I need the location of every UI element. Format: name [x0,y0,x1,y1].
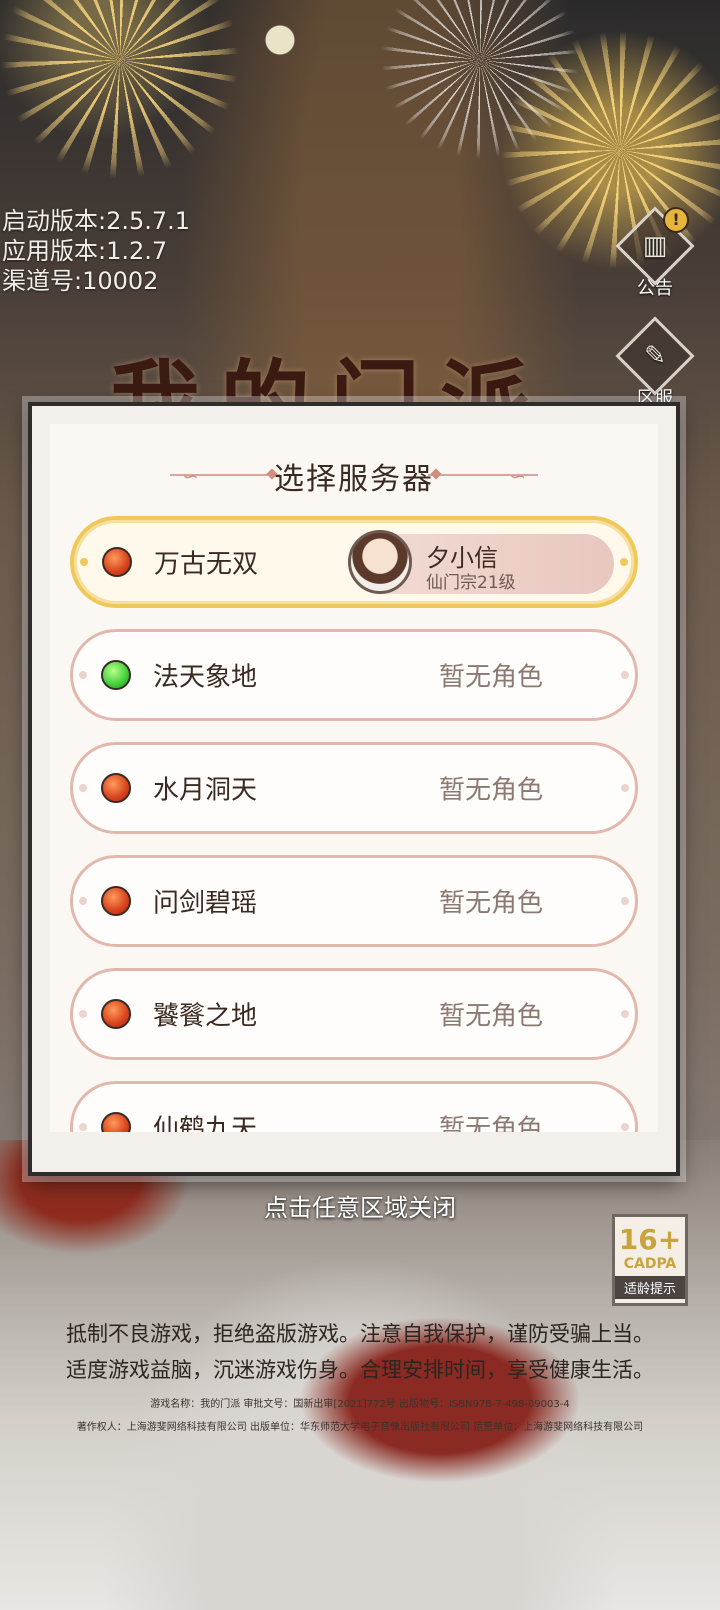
launch-version: 启动版本:2.5.7.1 [2,207,191,235]
server-status-icon [101,660,131,690]
server-select-dialog: ∽ ∽ 选择服务器 万古无双 夕小信 仙门宗21级 法天象地 暂无角色 水月洞天… [28,402,680,1176]
server-name: 饕餮之地 [153,1001,258,1032]
server-row[interactable]: 仙鹤九天 暂无角色 [70,1081,638,1132]
row-end-dot [621,1010,629,1018]
server-zone-button[interactable]: ✎ 区服 [615,316,695,410]
server-name: 万古无双 [154,549,259,580]
edit-icon: ✎ [644,341,666,371]
server-list[interactable]: 万古无双 夕小信 仙门宗21级 法天象地 暂无角色 水月洞天 暂无角色 问剑碧瑶… [70,516,638,1132]
character-level: 仙门宗21级 [426,573,516,593]
row-end-dot [621,784,629,792]
channel-number: 渠道号:10002 [2,267,159,295]
server-row[interactable]: 水月洞天 暂无角色 [70,742,638,834]
server-status-icon [101,773,131,803]
notice-alert-icon: ! [663,207,689,233]
row-end-dot [79,897,87,905]
row-end-dot [621,897,629,905]
credits-line: 游戏名称：我的门派 审批文号：国新出审[2021]772号 出版物号：ISBN9… [150,1399,570,1410]
server-row[interactable]: 问剑碧瑶 暂无角色 [70,855,638,947]
no-character-text: 暂无角色 [438,1001,543,1032]
version-info: 启动版本:2.5.7.1 应用版本:1.2.7 渠道号:10002 [2,206,190,296]
row-end-dot [621,671,629,679]
dialog-panel: ∽ ∽ 选择服务器 万古无双 夕小信 仙门宗21级 法天象地 暂无角色 水月洞天… [50,424,658,1132]
server-row-selected[interactable]: 万古无双 夕小信 仙门宗21级 [70,516,638,608]
server-row[interactable]: 法天象地 暂无角色 [70,629,638,721]
no-character-text: 暂无角色 [438,662,543,693]
app-version: 应用版本:1.2.7 [2,237,168,265]
server-name: 法天象地 [153,662,258,693]
row-end-dot [620,558,628,566]
age-tip: 适龄提示 [615,1276,685,1299]
character-avatar [348,530,412,594]
row-end-dot [79,671,87,679]
no-character-text: 暂无角色 [438,775,543,806]
copyright-credits: 游戏名称：我的门派 审批文号：国新出审[2021]772号 出版物号：ISBN9… [0,1393,720,1439]
credits-line: 著作权人：上海游斐网络科技有限公司 出版单位：华东师范大学电子音像出版社有限公司… [76,1422,644,1433]
row-end-dot [621,1123,629,1131]
row-end-dot [79,1010,87,1018]
no-character-text: 暂无角色 [438,1114,543,1133]
health-notice: 抵制不良游戏，拒绝盗版游戏。注意自我保护，谨防受骗上当。 适度游戏益脑，沉迷游戏… [0,1316,720,1388]
character-info: 夕小信 仙门宗21级 [348,530,614,594]
row-end-dot [80,558,88,566]
health-notice-line: 适度游戏益脑，沉迷游戏伤身。合理安排时间，享受健康生活。 [66,1358,654,1382]
age-rating-badge: 16+ CADPA 适龄提示 [612,1214,688,1306]
server-status-icon [101,886,131,916]
row-end-dot [79,784,87,792]
no-character-text: 暂无角色 [438,888,543,919]
row-end-dot [79,1123,87,1131]
server-name: 水月洞天 [153,775,258,806]
dialog-title: 选择服务器 [274,462,434,497]
server-name: 问剑碧瑶 [153,888,258,919]
board-icon: ▥ [642,231,668,261]
rating-org: CADPA [623,1256,677,1272]
age-rating: 16+ [618,1223,682,1256]
health-notice-line: 抵制不良游戏，拒绝盗版游戏。注意自我保护，谨防受骗上当。 [66,1322,654,1346]
server-status-icon [101,1112,131,1132]
server-status-icon [101,999,131,1029]
server-row[interactable]: 饕餮之地 暂无角色 [70,968,638,1060]
server-name: 仙鹤九天 [153,1114,258,1133]
server-status-icon [102,547,132,577]
